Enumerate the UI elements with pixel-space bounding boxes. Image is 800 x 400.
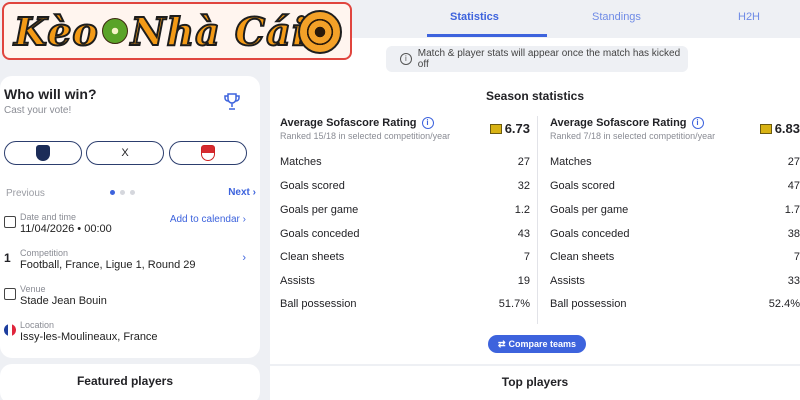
- match-info-card: Date and time 11/04/2026 • 00:00 Add to …: [0, 202, 260, 358]
- chevron-right-icon: ›: [252, 187, 256, 198]
- stadium-icon: [4, 288, 16, 300]
- competition-row[interactable]: 1 Competition Football, France, Ligue 1,…: [4, 248, 196, 271]
- tab-standings[interactable]: Standings: [592, 11, 641, 23]
- monaco-crest-icon: [201, 145, 215, 161]
- stat-row: Goals scored 32: [280, 180, 530, 192]
- rating-value: 6.83: [759, 121, 800, 136]
- competition-label: Competition: [20, 248, 69, 258]
- next-link[interactable]: Next ›: [228, 187, 256, 198]
- carousel-dot[interactable]: [110, 190, 115, 195]
- carousel-dot[interactable]: [120, 190, 125, 195]
- top-players-card: Top players: [270, 366, 800, 400]
- competition-value: Football, France, Ligue 1, Round 29: [20, 259, 196, 271]
- stat-row: Assists 19: [280, 275, 530, 287]
- compare-icon: ⇄: [497, 338, 506, 349]
- date-value: 11/04/2026 • 00:00: [20, 223, 112, 235]
- stats-notice: i Match & player stats will appear once …: [386, 46, 688, 72]
- location-row: Location Issy-les-Moulineaux, France: [4, 320, 158, 343]
- info-icon: i: [400, 53, 412, 65]
- stat-row: Goals conceded 43: [280, 228, 530, 240]
- location-label: Location: [20, 320, 55, 330]
- logo-text-part1: Kèo: [13, 8, 99, 55]
- stat-row: Clean sheets 7: [550, 251, 800, 263]
- featured-players-title: Featured players: [76, 374, 174, 388]
- next-label: Next: [228, 187, 250, 198]
- vote-away-button[interactable]: [169, 141, 247, 165]
- league-icon: 1: [4, 251, 11, 265]
- brand-logo: Kèo Nhà Cái: [2, 2, 352, 60]
- vote-title: Who will win?: [4, 86, 97, 102]
- info-icon[interactable]: i: [421, 117, 434, 129]
- kiwi-icon: [101, 18, 128, 44]
- carousel-dot[interactable]: [130, 190, 135, 195]
- venue-label: Venue: [20, 284, 46, 294]
- statistics-panel: i Match & player stats will appear once …: [270, 38, 800, 364]
- france-flag-icon: [4, 324, 16, 336]
- stat-row: Goals per game 1.7: [550, 204, 800, 216]
- date-label: Date and time: [20, 212, 77, 222]
- column-divider: [537, 116, 538, 324]
- venue-value: Stade Jean Bouin: [20, 295, 107, 307]
- stat-row: Assists 33: [550, 275, 800, 287]
- chevron-right-icon[interactable]: ›: [242, 252, 246, 264]
- notice-text: Match & player stats will appear once th…: [417, 48, 681, 70]
- featured-players-card: Featured players: [0, 364, 260, 400]
- rating-color-icon: [759, 123, 772, 134]
- paris-fc-crest-icon: [36, 145, 50, 161]
- season-statistics-title: Season statistics: [485, 89, 585, 103]
- date-row: Date and time 11/04/2026 • 00:00: [4, 212, 112, 235]
- rating-value: 6.73: [489, 121, 530, 136]
- active-tab-indicator: [427, 34, 547, 37]
- stat-row: Clean sheets 7: [280, 251, 530, 263]
- left-column: Who will win? Cast your vote! X Previous…: [0, 62, 262, 400]
- calendar-icon: [4, 216, 16, 228]
- stat-row: Ball possession 52.4%: [550, 298, 800, 310]
- trophy-icon: [224, 93, 240, 110]
- vote-home-button[interactable]: [4, 141, 82, 165]
- football-icon: [298, 10, 342, 54]
- home-team-stats: Average Sofascore Rating i Ranked 15/18 …: [280, 117, 530, 310]
- rating-color-icon: [489, 123, 502, 134]
- tab-statistics[interactable]: Statistics: [450, 11, 499, 23]
- previous-link[interactable]: Previous: [6, 188, 45, 199]
- stat-row: Matches 27: [280, 156, 530, 168]
- add-to-calendar-link[interactable]: Add to calendar ›: [170, 214, 246, 225]
- chevron-right-icon: ›: [242, 214, 246, 225]
- stat-row: Goals conceded 38: [550, 228, 800, 240]
- compare-teams-button[interactable]: ⇄ Compare teams: [488, 335, 586, 353]
- stat-row: Goals per game 1.2: [280, 204, 530, 216]
- stat-row: Goals scored 47: [550, 180, 800, 192]
- location-value: Issy-les-Moulineaux, France: [20, 331, 158, 343]
- away-team-stats: Average Sofascore Rating i Ranked 7/18 i…: [550, 117, 800, 310]
- tab-h2h[interactable]: H2H: [738, 11, 760, 23]
- carousel-dots: [110, 190, 135, 195]
- logo-text-part2: Nhà Cái: [130, 8, 308, 55]
- info-icon[interactable]: i: [691, 117, 704, 129]
- venue-row: Venue Stade Jean Bouin: [4, 284, 107, 307]
- top-players-title: Top players: [501, 375, 569, 389]
- stat-row: Matches 27: [550, 156, 800, 168]
- vote-subtitle: Cast your vote!: [4, 105, 72, 116]
- vote-draw-button[interactable]: X: [86, 141, 164, 165]
- stat-row: Ball possession 51.7%: [280, 298, 530, 310]
